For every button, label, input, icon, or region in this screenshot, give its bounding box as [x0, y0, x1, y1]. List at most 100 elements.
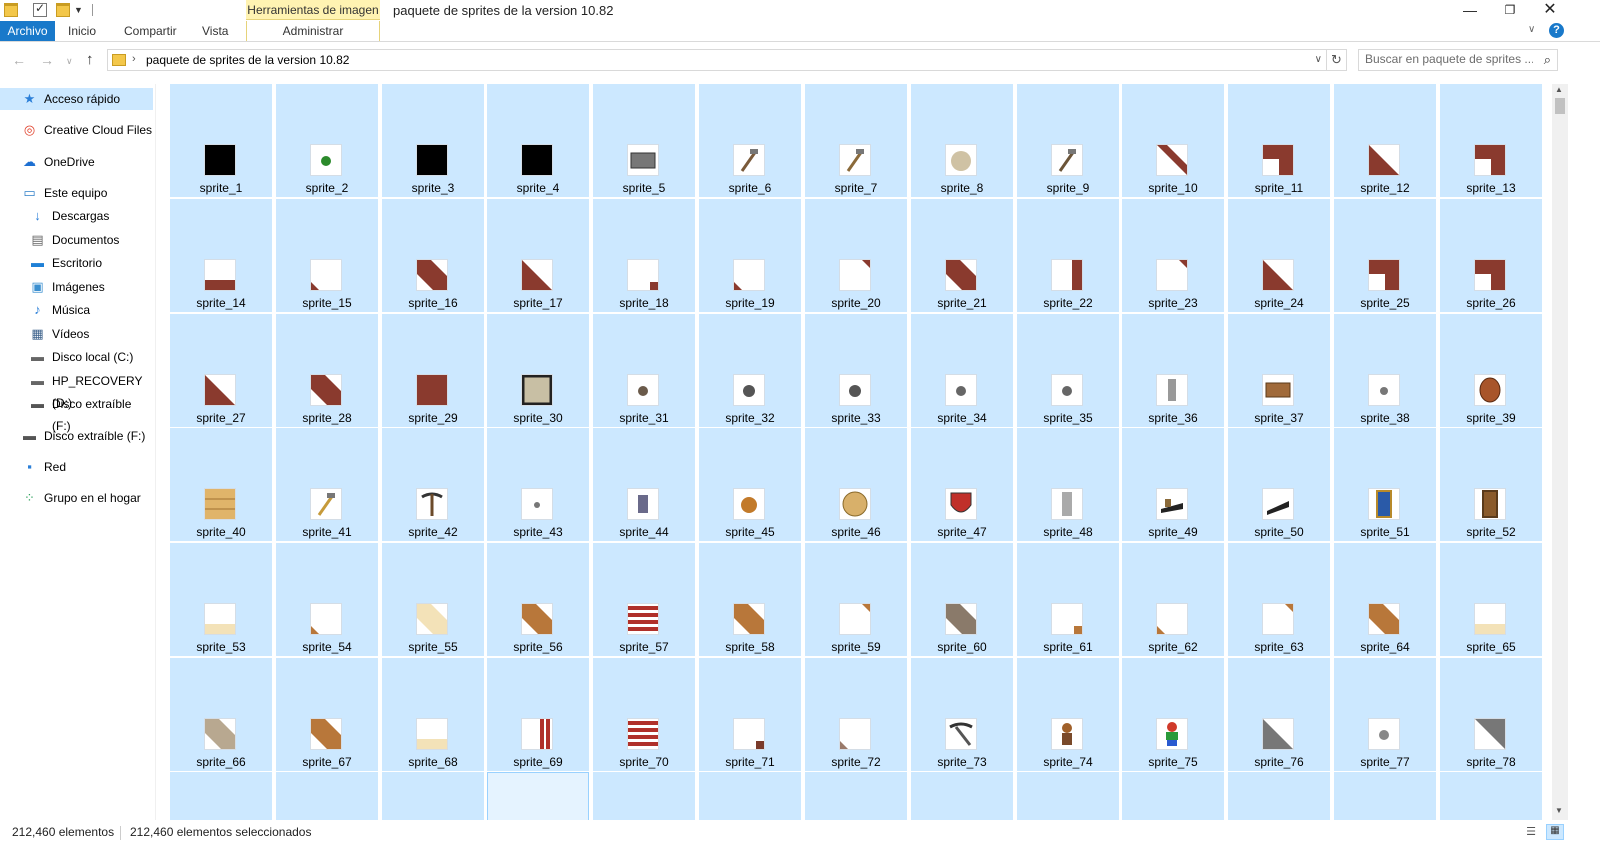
- file-tile-sprite-60[interactable]: sprite_60: [911, 543, 1013, 656]
- sidebar-item-onedrive[interactable]: ☁ OneDrive: [0, 151, 153, 173]
- scroll-down-icon[interactable]: ▼: [1555, 806, 1563, 815]
- file-tile-sprite-18[interactable]: sprite_18: [593, 199, 695, 312]
- file-tile[interactable]: [170, 772, 272, 820]
- file-tile-sprite-56[interactable]: sprite_56: [487, 543, 589, 656]
- file-tile-sprite-40[interactable]: sprite_40: [170, 428, 272, 541]
- file-tile-sprite-22[interactable]: sprite_22: [1017, 199, 1119, 312]
- tab-inicio[interactable]: Inicio: [60, 21, 104, 41]
- file-tile-sprite-33[interactable]: sprite_33: [805, 314, 907, 427]
- file-tile-sprite-12[interactable]: sprite_12: [1334, 84, 1436, 197]
- file-tile-sprite-28[interactable]: sprite_28: [276, 314, 378, 427]
- file-tile-sprite-58[interactable]: sprite_58: [699, 543, 801, 656]
- vertical-scrollbar[interactable]: ▲ ▼: [1552, 84, 1568, 820]
- file-tile-sprite-67[interactable]: sprite_67: [276, 658, 378, 771]
- file-tile-sprite-8[interactable]: sprite_8: [911, 84, 1013, 197]
- chevron-down-icon[interactable]: ∨: [1315, 54, 1322, 65]
- tab-vista[interactable]: Vista: [194, 21, 236, 41]
- up-arrow-icon[interactable]: ↑: [86, 51, 94, 68]
- back-arrow-icon[interactable]: ←: [12, 52, 26, 68]
- file-tile-sprite-34[interactable]: sprite_34: [911, 314, 1013, 427]
- file-tile-sprite-52[interactable]: sprite_52: [1440, 428, 1542, 541]
- file-tile-sprite-2[interactable]: sprite_2: [276, 84, 378, 197]
- file-tile-sprite-78[interactable]: sprite_78: [1440, 658, 1542, 771]
- file-tile-sprite-6[interactable]: sprite_6: [699, 84, 801, 197]
- recent-locations-icon[interactable]: ∨: [66, 56, 73, 67]
- file-tile-sprite-11[interactable]: sprite_11: [1228, 84, 1330, 197]
- scroll-up-icon[interactable]: ▲: [1555, 85, 1563, 94]
- scrollbar-thumb[interactable]: [1555, 98, 1565, 114]
- properties-icon[interactable]: [33, 1, 47, 17]
- file-tile-sprite-36[interactable]: sprite_36: [1122, 314, 1224, 427]
- expand-ribbon-icon[interactable]: ∨: [1528, 24, 1535, 35]
- file-tile-sprite-31[interactable]: sprite_31: [593, 314, 695, 427]
- sidebar-item-escritorio[interactable]: ▬ Escritorio: [0, 252, 153, 274]
- file-tile[interactable]: [382, 772, 484, 820]
- close-button[interactable]: ✕: [1530, 0, 1570, 20]
- customize-quick-access-icon[interactable]: ▼: [74, 5, 84, 19]
- file-tile-sprite-17[interactable]: sprite_17: [487, 199, 589, 312]
- file-tile-sprite-16[interactable]: sprite_16: [382, 199, 484, 312]
- file-tile-sprite-15[interactable]: sprite_15: [276, 199, 378, 312]
- breadcrumb[interactable]: paquete de sprites de la version 10.82: [146, 53, 349, 67]
- file-tile-sprite-21[interactable]: sprite_21: [911, 199, 1013, 312]
- file-tile[interactable]: [1440, 772, 1542, 820]
- file-tile-sprite-51[interactable]: sprite_51: [1334, 428, 1436, 541]
- file-tile-sprite-70[interactable]: sprite_70: [593, 658, 695, 771]
- file-tile-sprite-54[interactable]: sprite_54: [276, 543, 378, 656]
- file-tile[interactable]: [593, 772, 695, 820]
- file-tile[interactable]: [487, 772, 589, 820]
- file-tile-sprite-53[interactable]: sprite_53: [170, 543, 272, 656]
- minimize-button[interactable]: —: [1450, 0, 1490, 20]
- file-tile-sprite-77[interactable]: sprite_77: [1334, 658, 1436, 771]
- file-tile[interactable]: [1228, 772, 1330, 820]
- sidebar-item-acceso-rápido[interactable]: ★ Acceso rápido: [0, 88, 153, 110]
- search-box[interactable]: ⌕: [1358, 49, 1558, 71]
- file-tile-sprite-24[interactable]: sprite_24: [1228, 199, 1330, 312]
- details-view-icon[interactable]: ☰: [1522, 824, 1540, 840]
- file-tile-sprite-48[interactable]: sprite_48: [1017, 428, 1119, 541]
- file-tile-sprite-59[interactable]: sprite_59: [805, 543, 907, 656]
- file-tile-sprite-74[interactable]: sprite_74: [1017, 658, 1119, 771]
- file-tile-sprite-69[interactable]: sprite_69: [487, 658, 589, 771]
- file-tile-sprite-25[interactable]: sprite_25: [1334, 199, 1436, 312]
- file-tile-sprite-3[interactable]: sprite_3: [382, 84, 484, 197]
- file-tile-sprite-7[interactable]: sprite_7: [805, 84, 907, 197]
- file-tile-sprite-71[interactable]: sprite_71: [699, 658, 801, 771]
- file-tile-sprite-64[interactable]: sprite_64: [1334, 543, 1436, 656]
- sidebar-item-este-equipo[interactable]: ▭ Este equipo: [0, 182, 153, 204]
- search-icon[interactable]: ⌕: [1544, 52, 1551, 68]
- file-tile-sprite-14[interactable]: sprite_14: [170, 199, 272, 312]
- file-tile-sprite-4[interactable]: sprite_4: [487, 84, 589, 197]
- file-tile-sprite-62[interactable]: sprite_62: [1122, 543, 1224, 656]
- folder-icon[interactable]: [4, 3, 18, 17]
- file-tile-sprite-61[interactable]: sprite_61: [1017, 543, 1119, 656]
- file-tile-sprite-13[interactable]: sprite_13: [1440, 84, 1542, 197]
- file-tile-sprite-73[interactable]: sprite_73: [911, 658, 1013, 771]
- file-tile-sprite-76[interactable]: sprite_76: [1228, 658, 1330, 771]
- sidebar-item-disco-extraíble-f[interactable]: ▬ Disco extraíble (F:): [0, 425, 153, 447]
- file-tile-sprite-38[interactable]: sprite_38: [1334, 314, 1436, 427]
- breadcrumb-separator[interactable]: ›: [132, 53, 136, 65]
- sidebar-item-vídeos[interactable]: ▦ Vídeos: [0, 323, 153, 345]
- file-tile-sprite-29[interactable]: sprite_29: [382, 314, 484, 427]
- file-tile-sprite-72[interactable]: sprite_72: [805, 658, 907, 771]
- maximize-button[interactable]: ❐: [1490, 0, 1530, 20]
- sidebar-item-grupo-en-el-hogar[interactable]: ⁘ Grupo en el hogar: [0, 487, 153, 509]
- file-tile-sprite-44[interactable]: sprite_44: [593, 428, 695, 541]
- file-tile-sprite-50[interactable]: sprite_50: [1228, 428, 1330, 541]
- file-tile-sprite-19[interactable]: sprite_19: [699, 199, 801, 312]
- file-tile[interactable]: [699, 772, 801, 820]
- tab-compartir[interactable]: Compartir: [116, 21, 185, 41]
- file-tile-sprite-42[interactable]: sprite_42: [382, 428, 484, 541]
- file-tile-sprite-66[interactable]: sprite_66: [170, 658, 272, 771]
- file-tile-sprite-55[interactable]: sprite_55: [382, 543, 484, 656]
- file-tile-sprite-32[interactable]: sprite_32: [699, 314, 801, 427]
- sidebar-item-red[interactable]: ▪ Red: [0, 456, 153, 478]
- large-icons-view-icon[interactable]: ▦: [1546, 824, 1564, 840]
- file-tile-sprite-43[interactable]: sprite_43: [487, 428, 589, 541]
- sidebar-item-disco-local-c[interactable]: ▬ Disco local (C:): [0, 346, 153, 368]
- file-tile[interactable]: [1334, 772, 1436, 820]
- file-tile-sprite-45[interactable]: sprite_45: [699, 428, 801, 541]
- tab-administrar[interactable]: Administrar: [246, 21, 380, 41]
- search-input[interactable]: [1365, 52, 1533, 66]
